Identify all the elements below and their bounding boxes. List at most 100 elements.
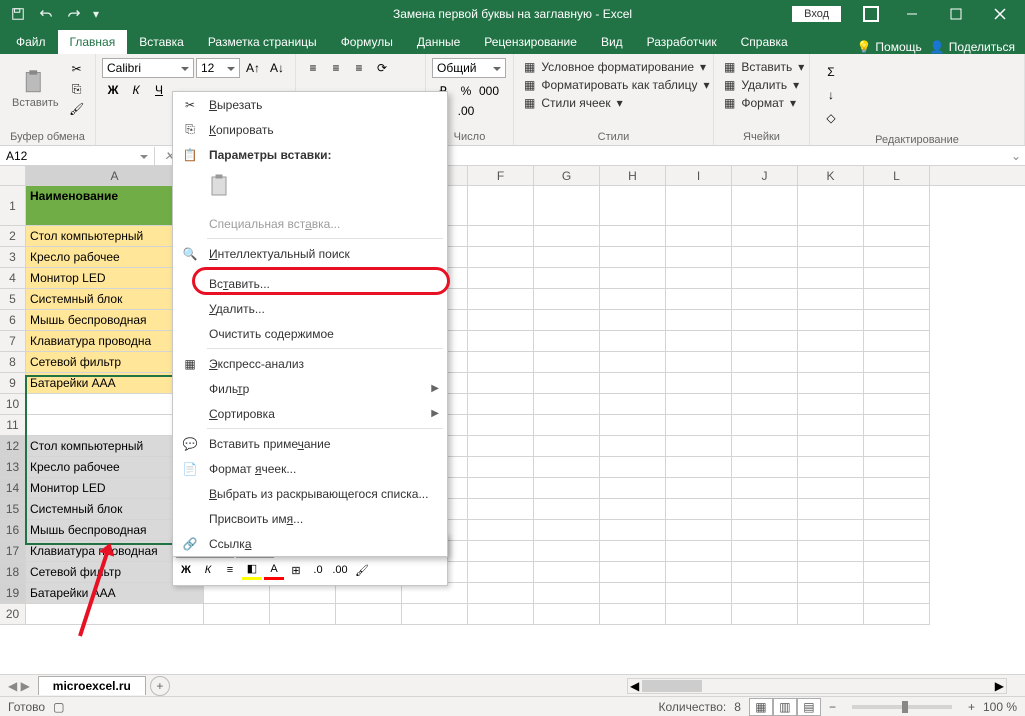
comma-icon[interactable]: 000: [478, 81, 500, 101]
tab-help[interactable]: Справка: [729, 30, 800, 54]
cell[interactable]: [732, 415, 798, 436]
cell[interactable]: [534, 478, 600, 499]
cell[interactable]: [468, 310, 534, 331]
align-middle-icon[interactable]: ≡: [325, 58, 347, 78]
tab-view[interactable]: Вид: [589, 30, 635, 54]
cell[interactable]: [468, 604, 534, 625]
mini-inc-decimal-icon[interactable]: .0: [308, 560, 328, 580]
cell[interactable]: [864, 436, 930, 457]
cell[interactable]: [798, 583, 864, 604]
row-header[interactable]: 3: [0, 247, 26, 268]
cell[interactable]: [534, 394, 600, 415]
name-box[interactable]: A12: [0, 147, 155, 165]
cell[interactable]: [798, 331, 864, 352]
page-layout-icon[interactable]: ▥: [773, 698, 797, 716]
conditional-formatting-button[interactable]: ▦Условное форматирование▾: [520, 58, 707, 76]
col-header-G[interactable]: G: [534, 166, 600, 185]
col-header-L[interactable]: L: [864, 166, 930, 185]
cell[interactable]: [666, 562, 732, 583]
cell[interactable]: [468, 457, 534, 478]
cell[interactable]: [600, 457, 666, 478]
cell[interactable]: [732, 499, 798, 520]
cell[interactable]: [534, 436, 600, 457]
cell[interactable]: [666, 499, 732, 520]
cell[interactable]: [468, 186, 534, 226]
cell[interactable]: [798, 310, 864, 331]
cut-icon[interactable]: ✂: [67, 60, 87, 78]
cm-smart-lookup[interactable]: 🔍Интеллектуальный поиск: [173, 241, 447, 266]
cell[interactable]: [336, 583, 402, 604]
cell[interactable]: [864, 583, 930, 604]
tab-file[interactable]: Файл: [4, 30, 58, 54]
paste-default-icon[interactable]: [205, 171, 237, 203]
cell[interactable]: [600, 352, 666, 373]
row-header[interactable]: 17: [0, 541, 26, 562]
format-painter-icon[interactable]: 🖌: [67, 100, 87, 118]
fill-icon[interactable]: ↓: [820, 85, 842, 105]
sheet-nav[interactable]: ◀ ▶: [0, 679, 38, 693]
qat-dropdown-icon[interactable]: ▾: [90, 2, 102, 26]
cell[interactable]: [534, 520, 600, 541]
redo-icon[interactable]: [62, 2, 86, 26]
cell[interactable]: [534, 541, 600, 562]
bold-button[interactable]: Ж: [102, 80, 124, 100]
cm-define-name[interactable]: Присвоить имя...: [173, 506, 447, 531]
tell-me[interactable]: 💡Помощь: [856, 40, 921, 54]
share-button[interactable]: 👤Поделиться: [930, 40, 1015, 54]
cell[interactable]: [26, 604, 204, 625]
cell[interactable]: [600, 247, 666, 268]
copy-icon[interactable]: ⎘: [67, 80, 87, 98]
row-header[interactable]: 12: [0, 436, 26, 457]
cell[interactable]: [600, 478, 666, 499]
cell[interactable]: [798, 394, 864, 415]
cell[interactable]: [732, 226, 798, 247]
clear-icon[interactable]: ◇: [820, 108, 842, 128]
cm-filter[interactable]: Фильтр▶: [173, 376, 447, 401]
cell[interactable]: [204, 583, 270, 604]
cell[interactable]: [864, 499, 930, 520]
tab-review[interactable]: Рецензирование: [472, 30, 589, 54]
cell[interactable]: [600, 373, 666, 394]
cell[interactable]: [534, 352, 600, 373]
cell[interactable]: [468, 373, 534, 394]
cell[interactable]: [468, 478, 534, 499]
cell[interactable]: [666, 310, 732, 331]
cell[interactable]: [468, 415, 534, 436]
autosum-icon[interactable]: Σ: [820, 62, 842, 82]
tab-insert[interactable]: Вставка: [127, 30, 196, 54]
tab-pagelayout[interactable]: Разметка страницы: [196, 30, 329, 54]
cell[interactable]: [402, 604, 468, 625]
cm-copy[interactable]: ⎘Копировать: [173, 117, 447, 142]
mini-borders-icon[interactable]: ⊞: [286, 560, 306, 580]
cell[interactable]: [732, 520, 798, 541]
orientation-icon[interactable]: ⟳: [371, 58, 393, 78]
cell[interactable]: [666, 394, 732, 415]
cell[interactable]: [864, 247, 930, 268]
cell[interactable]: [468, 352, 534, 373]
cell[interactable]: [798, 268, 864, 289]
font-name-combo[interactable]: Calibri: [102, 58, 194, 78]
cell[interactable]: [600, 289, 666, 310]
login-button[interactable]: Вход: [792, 6, 841, 22]
expand-formula-icon[interactable]: ⌄: [1007, 149, 1025, 163]
cm-insert[interactable]: Вставить...: [173, 271, 447, 296]
cell[interactable]: [468, 289, 534, 310]
mini-align-icon[interactable]: ≡: [220, 560, 240, 580]
cell[interactable]: [864, 478, 930, 499]
zoom-slider[interactable]: [852, 705, 952, 709]
cell[interactable]: [864, 520, 930, 541]
row-header[interactable]: 20: [0, 604, 26, 625]
cell[interactable]: [666, 331, 732, 352]
cell[interactable]: [864, 186, 930, 226]
cell[interactable]: [534, 289, 600, 310]
cell[interactable]: [468, 520, 534, 541]
cell[interactable]: [864, 268, 930, 289]
italic-button[interactable]: К: [125, 80, 147, 100]
row-header[interactable]: 15: [0, 499, 26, 520]
cell[interactable]: [534, 331, 600, 352]
cell[interactable]: [666, 289, 732, 310]
tab-home[interactable]: Главная: [58, 30, 128, 54]
cell[interactable]: [666, 583, 732, 604]
cell[interactable]: [864, 415, 930, 436]
col-header-K[interactable]: K: [798, 166, 864, 185]
